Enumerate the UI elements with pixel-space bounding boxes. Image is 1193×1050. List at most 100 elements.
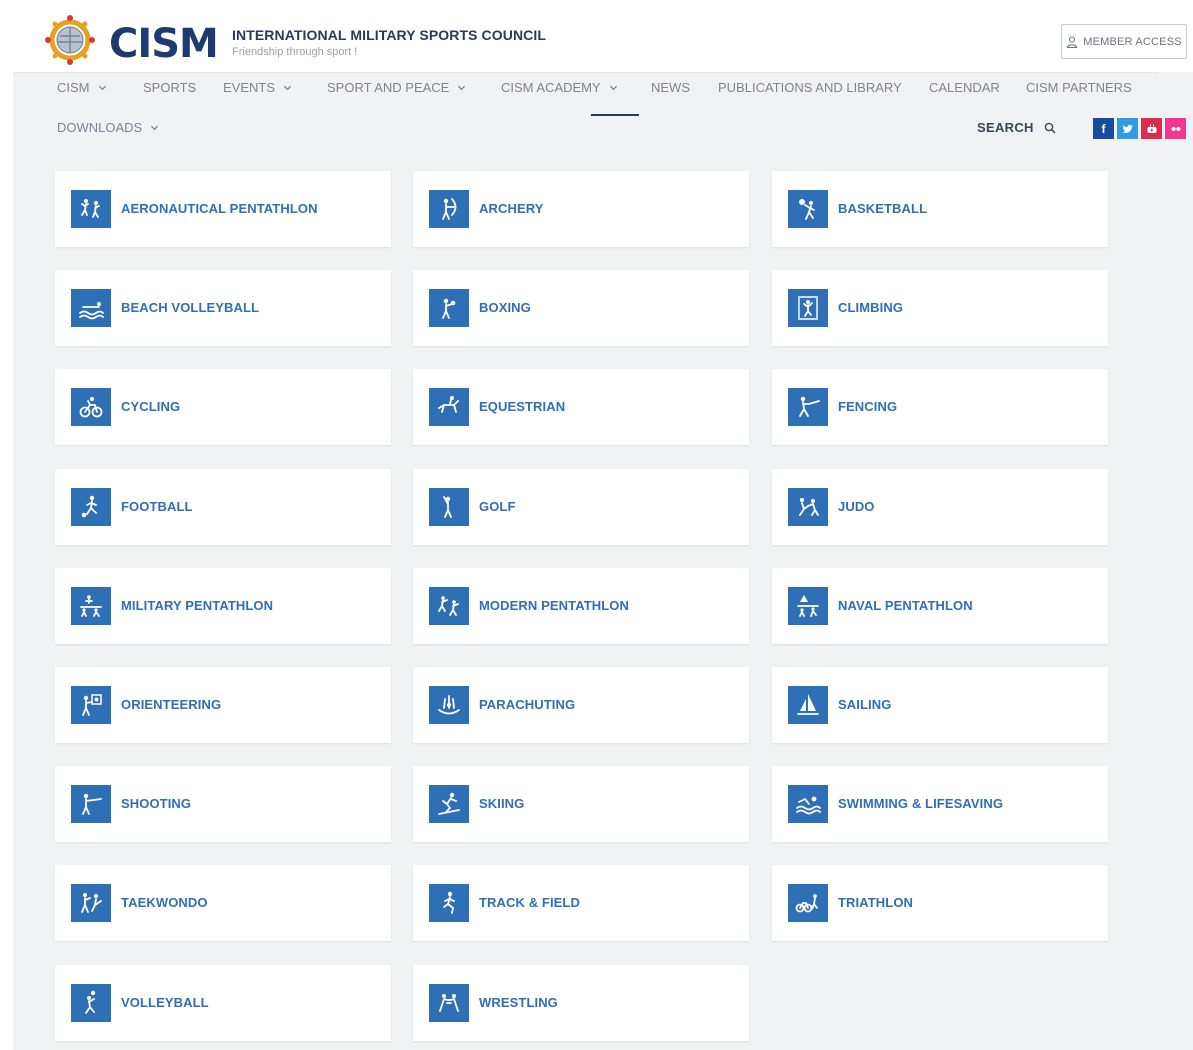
sport-card-label: TRIATHLON xyxy=(838,895,914,910)
nav-item-calendar[interactable]: CALENDAR xyxy=(929,80,1000,95)
cism-emblem-icon[interactable] xyxy=(44,14,96,66)
modern-pentathlon-icon xyxy=(429,587,469,625)
youtube-icon[interactable] xyxy=(1141,118,1162,139)
twitter-icon[interactable] xyxy=(1117,118,1138,139)
site-header: CISM INTERNATIONAL MILITARY SPORTS COUNC… xyxy=(0,0,1193,72)
nav-item-sport-and-peace[interactable]: SPORT AND PEACE xyxy=(327,80,466,95)
nav-item-label: CISM ACADEMY xyxy=(501,80,601,95)
search-icon xyxy=(1044,122,1056,134)
nav-item-cism[interactable]: CISM xyxy=(57,80,107,95)
sport-card-label: FOOTBALL xyxy=(121,499,193,514)
sport-card[interactable]: MODERN PENTATHLON xyxy=(413,568,749,644)
dots-icon xyxy=(1171,126,1180,131)
golf-icon xyxy=(429,488,469,526)
aeronautical-pentathlon-icon xyxy=(71,190,111,228)
triathlon-icon xyxy=(788,884,828,922)
sport-card[interactable]: EQUESTRIAN xyxy=(413,369,749,445)
sport-card[interactable]: TAEKWONDO xyxy=(55,865,391,941)
nav-item-label: PUBLICATIONS AND LIBRARY xyxy=(718,80,902,95)
sport-card[interactable]: CLIMBING xyxy=(772,270,1108,346)
nav-item-label: CALENDAR xyxy=(929,80,1000,95)
nav-item-events[interactable]: EVENTS xyxy=(223,80,292,95)
taekwondo-icon xyxy=(71,884,111,922)
parachuting-icon xyxy=(429,686,469,724)
sport-card-label: SKIING xyxy=(479,796,525,811)
sport-card[interactable]: BOXING xyxy=(413,270,749,346)
sport-card[interactable]: TRACK & FIELD xyxy=(413,865,749,941)
sport-card-label: TRACK & FIELD xyxy=(479,895,580,910)
sport-card-label: BEACH VOLLEYBALL xyxy=(121,300,260,315)
archery-icon xyxy=(429,190,469,228)
nav-item-downloads[interactable]: DOWNLOADS xyxy=(57,120,159,135)
nav-item-label: DOWNLOADS xyxy=(57,120,143,135)
logo-wordmark[interactable]: CISM xyxy=(109,22,219,66)
sport-card-label: WRESTLING xyxy=(479,995,558,1010)
sport-card-label: BASKETBALL xyxy=(838,201,928,216)
tagline: Friendship through sport ! xyxy=(232,46,358,58)
chevron-down-icon xyxy=(609,85,617,91)
chevron-down-icon xyxy=(98,85,106,91)
nav-item-label: SPORTS xyxy=(143,80,197,95)
sport-card[interactable]: MILITARY PENTATHLON xyxy=(55,568,391,644)
skiing-icon xyxy=(429,785,469,823)
sport-card-label: AERONAUTICAL PENTATHLON xyxy=(121,201,318,216)
volleyball-icon xyxy=(71,984,111,1022)
sport-card-label: ARCHERY xyxy=(479,201,544,216)
org-name: INTERNATIONAL MILITARY SPORTS COUNCIL xyxy=(232,27,547,43)
fencing-icon xyxy=(788,388,828,426)
shooting-icon xyxy=(71,785,111,823)
nav-item-label: CISM PARTNERS xyxy=(1026,80,1132,95)
sport-card-label: TAEKWONDO xyxy=(121,895,208,910)
sport-card[interactable]: NAVAL PENTATHLON xyxy=(772,568,1108,644)
flickr-icon[interactable] xyxy=(1165,118,1186,139)
sport-card[interactable]: SAILING xyxy=(772,667,1108,743)
sport-card[interactable]: ARCHERY xyxy=(413,171,749,247)
sailing-icon xyxy=(788,686,828,724)
nav-divider xyxy=(13,72,1158,73)
sport-card[interactable]: CYCLING xyxy=(55,369,391,445)
nav-item-label: CISM xyxy=(57,80,90,95)
basketball-icon xyxy=(788,190,828,228)
nav-item-publications[interactable]: PUBLICATIONS AND LIBRARY xyxy=(718,80,902,95)
cycling-icon xyxy=(71,388,111,426)
nav-item-label: EVENTS xyxy=(223,80,276,95)
nav-item-cism-academy[interactable]: CISM ACADEMY xyxy=(501,80,618,95)
main-nav: CISM SPORTS EVENTS SPORT AND PEACE CISM … xyxy=(0,80,1193,104)
play-icon xyxy=(1147,124,1156,133)
sport-card[interactable]: BEACH VOLLEYBALL xyxy=(55,270,391,346)
sport-card[interactable]: WRESTLING xyxy=(413,965,749,1041)
nav-item-news[interactable]: NEWS xyxy=(651,80,690,95)
nav-item-sports[interactable]: SPORTS xyxy=(143,80,196,95)
beach-volleyball-icon xyxy=(71,289,111,327)
sport-card[interactable]: SKIING xyxy=(413,766,749,842)
sport-card[interactable]: PARACHUTING xyxy=(413,667,749,743)
sport-card[interactable]: JUDO xyxy=(772,469,1108,545)
sport-card-label: FENCING xyxy=(838,399,898,414)
member-access-button[interactable]: MEMBER ACCESS xyxy=(1061,24,1187,59)
sport-card[interactable]: BASKETBALL xyxy=(772,171,1108,247)
chevron-down-icon xyxy=(283,85,292,91)
sport-card[interactable]: SWIMMING & LIFESAVING xyxy=(772,766,1108,842)
sport-card[interactable]: GOLF xyxy=(413,469,749,545)
facebook-icon[interactable]: f xyxy=(1093,118,1114,139)
sport-card-label: MODERN PENTATHLON xyxy=(479,598,629,613)
sport-card[interactable]: TRIATHLON xyxy=(772,865,1108,941)
track-and-field-icon xyxy=(429,884,469,922)
sport-card-label: NAVAL PENTATHLON xyxy=(838,598,973,613)
sport-card[interactable]: VOLLEYBALL xyxy=(55,965,391,1041)
climbing-icon xyxy=(788,289,828,327)
sport-card[interactable]: FOOTBALL xyxy=(55,469,391,545)
sport-card-label: ORIENTEERING xyxy=(121,697,222,712)
search-button[interactable]: SEARCH xyxy=(977,120,1056,135)
sport-card[interactable]: ORIENTEERING xyxy=(55,667,391,743)
sport-card-label: SAILING xyxy=(838,697,892,712)
sport-card-label: GOLF xyxy=(479,499,516,514)
sport-card[interactable]: FENCING xyxy=(772,369,1108,445)
sport-card[interactable]: SHOOTING xyxy=(55,766,391,842)
search-label: SEARCH xyxy=(977,120,1034,135)
sport-card[interactable]: AERONAUTICAL PENTATHLON xyxy=(55,171,391,247)
nav-item-cism-partners[interactable]: CISM PARTNERS xyxy=(1026,80,1132,95)
nav-active-indicator xyxy=(591,114,639,116)
user-icon xyxy=(1067,35,1078,48)
sport-card-label: EQUESTRIAN xyxy=(479,399,566,414)
